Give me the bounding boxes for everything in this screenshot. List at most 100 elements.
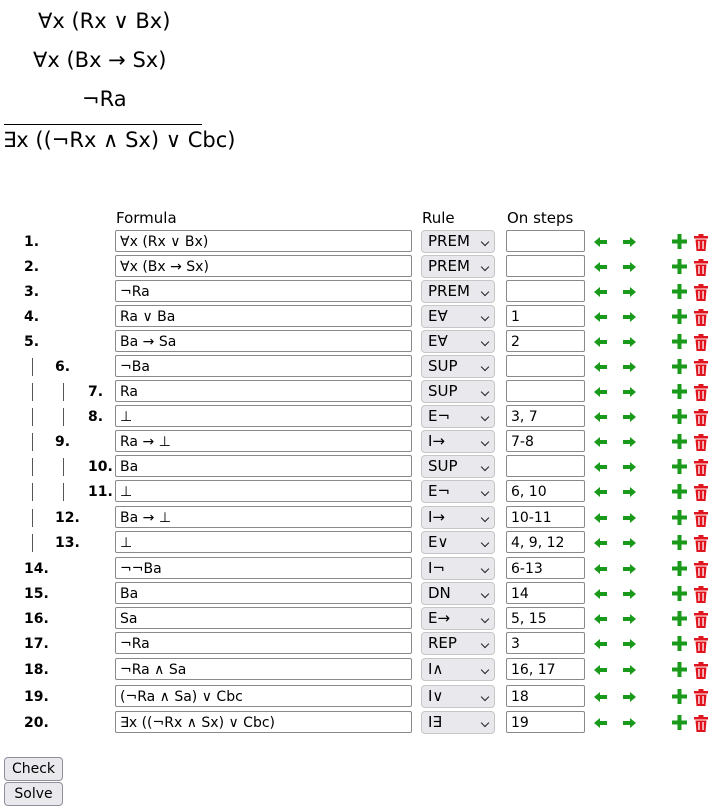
arrow-right-icon[interactable] <box>622 537 637 549</box>
arrow-left-icon[interactable] <box>593 236 608 248</box>
solve-button[interactable]: Solve <box>4 782 63 806</box>
steps-input[interactable] <box>506 280 585 302</box>
trash-icon[interactable] <box>694 636 708 657</box>
trash-icon[interactable] <box>694 484 708 505</box>
rule-select[interactable]: DN <box>421 582 495 605</box>
plus-icon[interactable] <box>672 409 687 424</box>
arrow-left-icon[interactable] <box>593 261 608 273</box>
arrow-left-icon[interactable] <box>593 664 608 676</box>
trash-icon[interactable] <box>694 259 708 280</box>
arrow-left-icon[interactable] <box>593 512 608 524</box>
plus-icon[interactable] <box>672 434 687 449</box>
rule-select[interactable]: E∀ <box>421 305 495 328</box>
arrow-left-icon[interactable] <box>593 486 608 498</box>
formula-input[interactable]: ∀x (Rx ∨ Bx) <box>115 230 412 252</box>
steps-input[interactable] <box>506 380 585 402</box>
trash-icon[interactable] <box>694 611 708 632</box>
arrow-right-icon[interactable] <box>622 261 637 273</box>
formula-input[interactable]: ∃x ((¬Rx ∧ Sx) ∨ Cbc) <box>115 711 412 733</box>
steps-input[interactable]: 3, 7 <box>506 405 585 427</box>
plus-icon[interactable] <box>672 384 687 399</box>
arrow-right-icon[interactable] <box>622 236 637 248</box>
arrow-left-icon[interactable] <box>593 361 608 373</box>
steps-input[interactable]: 7-8 <box>506 430 585 452</box>
plus-icon[interactable] <box>672 334 687 349</box>
formula-input[interactable]: ⊥ <box>115 405 412 427</box>
plus-icon[interactable] <box>672 309 687 324</box>
plus-icon[interactable] <box>672 510 687 525</box>
arrow-right-icon[interactable] <box>622 486 637 498</box>
trash-icon[interactable] <box>694 561 708 582</box>
plus-icon[interactable] <box>672 715 687 730</box>
arrow-right-icon[interactable] <box>622 638 637 650</box>
arrow-left-icon[interactable] <box>593 386 608 398</box>
trash-icon[interactable] <box>694 662 708 683</box>
formula-input[interactable]: ¬Ra ∧ Sa <box>115 658 412 680</box>
arrow-left-icon[interactable] <box>593 436 608 448</box>
formula-input[interactable]: Ra → ⊥ <box>115 430 412 452</box>
steps-input[interactable]: 19 <box>506 711 585 733</box>
rule-select[interactable]: PREM <box>421 230 495 253</box>
arrow-left-icon[interactable] <box>593 638 608 650</box>
arrow-right-icon[interactable] <box>622 717 637 729</box>
rule-select[interactable]: I∃ <box>421 711 495 734</box>
formula-input[interactable]: ¬Ra <box>115 632 412 654</box>
arrow-left-icon[interactable] <box>593 336 608 348</box>
rule-select[interactable]: I¬ <box>421 557 495 580</box>
steps-input[interactable]: 1 <box>506 305 585 327</box>
steps-input[interactable]: 18 <box>506 685 585 707</box>
formula-input[interactable]: ¬Ra <box>115 280 412 302</box>
arrow-right-icon[interactable] <box>622 461 637 473</box>
steps-input[interactable] <box>506 255 585 277</box>
rule-select[interactable]: SUP <box>421 355 495 378</box>
steps-input[interactable]: 2 <box>506 330 585 352</box>
steps-input[interactable]: 6-13 <box>506 557 585 579</box>
trash-icon[interactable] <box>694 715 708 736</box>
rule-select[interactable]: E∀ <box>421 330 495 353</box>
rule-select[interactable]: I→ <box>421 506 495 529</box>
formula-input[interactable]: Ba → Sa <box>115 330 412 352</box>
arrow-left-icon[interactable] <box>593 563 608 575</box>
formula-input[interactable]: Ra ∨ Ba <box>115 305 412 327</box>
arrow-left-icon[interactable] <box>593 311 608 323</box>
plus-icon[interactable] <box>672 662 687 677</box>
trash-icon[interactable] <box>694 586 708 607</box>
arrow-left-icon[interactable] <box>593 717 608 729</box>
steps-input[interactable]: 3 <box>506 632 585 654</box>
plus-icon[interactable] <box>672 484 687 499</box>
rule-select[interactable]: REP <box>421 632 495 655</box>
formula-input[interactable]: Sa <box>115 607 412 629</box>
steps-input[interactable]: 5, 15 <box>506 607 585 629</box>
arrow-left-icon[interactable] <box>593 613 608 625</box>
steps-input[interactable]: 14 <box>506 582 585 604</box>
plus-icon[interactable] <box>672 586 687 601</box>
plus-icon[interactable] <box>672 561 687 576</box>
plus-icon[interactable] <box>672 689 687 704</box>
arrow-right-icon[interactable] <box>622 436 637 448</box>
arrow-right-icon[interactable] <box>622 386 637 398</box>
plus-icon[interactable] <box>672 259 687 274</box>
arrow-left-icon[interactable] <box>593 537 608 549</box>
trash-icon[interactable] <box>694 234 708 255</box>
formula-input[interactable]: Ba <box>115 582 412 604</box>
rule-select[interactable]: E∨ <box>421 531 495 554</box>
steps-input[interactable] <box>506 355 585 377</box>
rule-select[interactable]: I→ <box>421 430 495 453</box>
trash-icon[interactable] <box>694 409 708 430</box>
trash-icon[interactable] <box>694 510 708 531</box>
steps-input[interactable]: 4, 9, 12 <box>506 531 585 553</box>
trash-icon[interactable] <box>694 284 708 305</box>
arrow-right-icon[interactable] <box>622 691 637 703</box>
arrow-right-icon[interactable] <box>622 563 637 575</box>
rule-select[interactable]: SUP <box>421 380 495 403</box>
arrow-left-icon[interactable] <box>593 461 608 473</box>
trash-icon[interactable] <box>694 459 708 480</box>
rule-select[interactable]: SUP <box>421 455 495 478</box>
plus-icon[interactable] <box>672 359 687 374</box>
steps-input[interactable] <box>506 230 585 252</box>
formula-input[interactable]: ⊥ <box>115 531 412 553</box>
arrow-right-icon[interactable] <box>622 311 637 323</box>
trash-icon[interactable] <box>694 309 708 330</box>
rule-select[interactable]: E¬ <box>421 480 495 503</box>
arrow-right-icon[interactable] <box>622 411 637 423</box>
